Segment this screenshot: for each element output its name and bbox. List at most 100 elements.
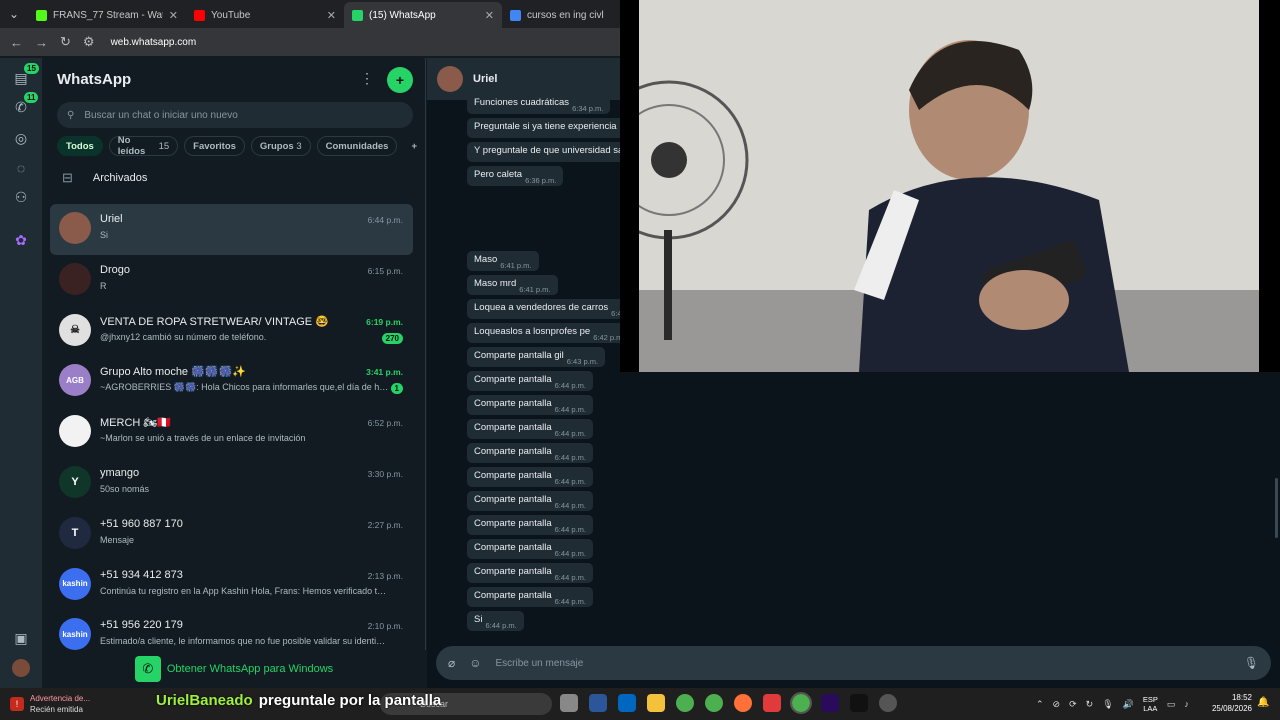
- message-bubble[interactable]: Comparte pantalla 6:44 p.m.: [467, 467, 593, 487]
- sync-icon[interactable]: ⟳: [1069, 699, 1077, 710]
- tab-search-icon[interactable]: ⌄: [0, 0, 28, 28]
- chat-row[interactable]: Uriel Si 6:44 p.m.: [50, 204, 413, 255]
- browser-tab[interactable]: cursos en ing civl tema de c: [502, 2, 614, 28]
- message-bubble[interactable]: Si 6:44 p.m.: [467, 611, 524, 631]
- message-time: 6:43 p.m.: [566, 357, 599, 366]
- firefox-icon[interactable]: [734, 694, 752, 712]
- chat-row[interactable]: T +51 960 887 170 Mensaje 2:27 p.m.: [50, 509, 413, 560]
- filter-chip[interactable]: Favoritos: [184, 136, 245, 156]
- display-icon[interactable]: ▭: [1167, 699, 1176, 710]
- message-bubble[interactable]: Comparte pantalla 6:44 p.m.: [467, 587, 593, 607]
- store-icon[interactable]: [618, 694, 636, 712]
- message-bubble[interactable]: Pero caleta 6:36 p.m.: [467, 166, 564, 186]
- media-icon[interactable]: ▣: [12, 630, 30, 648]
- message-bubble[interactable]: Funciones cuadráticas 6:34 p.m.: [467, 94, 611, 114]
- speaker-icon[interactable]: ♪: [1184, 699, 1189, 709]
- tab-close-icon[interactable]: ✕: [485, 9, 494, 22]
- file-explorer-icon[interactable]: [647, 694, 665, 712]
- message-bubble[interactable]: Comparte pantalla 6:44 p.m.: [467, 395, 593, 415]
- tab-favicon-icon: [510, 9, 521, 21]
- message-bubble[interactable]: Maso 6:41 p.m.: [467, 251, 539, 271]
- message-bubble[interactable]: Maso mrd 6:41 p.m.: [467, 275, 558, 295]
- message-bubble[interactable]: Comparte pantalla 6:44 p.m.: [467, 563, 593, 583]
- warning-notification[interactable]: ! Advertencia de... Recién emitida: [10, 693, 90, 715]
- archived-row[interactable]: ⊟ Archivados: [62, 170, 147, 186]
- chat-row[interactable]: MERCH 🏍🇵🇪 ~Marlon se unió a través de un …: [50, 407, 413, 458]
- premiere-icon[interactable]: [821, 694, 839, 712]
- chat-row[interactable]: Drogo R 6:15 p.m.: [50, 255, 413, 306]
- message-bubble[interactable]: Y preguntale de que universidad sa: [467, 142, 631, 162]
- browser-tab[interactable]: (15) WhatsApp ✕: [344, 2, 502, 28]
- forward-icon[interactable]: →: [35, 35, 48, 50]
- message-text: Comparte pantalla: [474, 566, 552, 577]
- tiktok-icon[interactable]: [850, 694, 868, 712]
- word-icon[interactable]: [589, 694, 607, 712]
- volume-icon[interactable]: 🔊: [1123, 699, 1134, 710]
- chat-row[interactable]: Yymango 50so nomás 3:30 p.m.: [50, 458, 413, 509]
- whatsapp-logo-icon: ✆: [134, 656, 161, 682]
- message-bubble[interactable]: Loquea a vendedores de carros 6:4: [467, 299, 629, 319]
- search-input[interactable]: Buscar un chat o iniciar uno nuevo: [84, 110, 237, 121]
- chat-row[interactable]: ☠ VENTA DE ROPA STRETWEAR/ VINTAGE 🤓 @jhxn…: [50, 306, 413, 357]
- message-bubble[interactable]: Comparte pantalla 6:44 p.m.: [467, 491, 593, 511]
- message-bubble[interactable]: Comparte pantalla 6:44 p.m.: [467, 371, 593, 391]
- chevron-up-icon[interactable]: ⌃: [1036, 699, 1044, 710]
- tab-close-icon[interactable]: ✕: [327, 9, 336, 22]
- site-info-icon[interactable]: ⚙: [83, 34, 95, 50]
- message-text: Si: [474, 614, 483, 625]
- obs-icon[interactable]: [879, 694, 897, 712]
- browser-tab[interactable]: YouTube ✕: [186, 2, 344, 28]
- message-bubble[interactable]: Comparte pantalla 6:44 p.m.: [467, 443, 593, 463]
- emoji-icon[interactable]: ☺: [469, 656, 481, 670]
- profile-avatar[interactable]: [12, 659, 30, 677]
- chrome-active-icon[interactable]: [790, 692, 812, 714]
- reload-icon[interactable]: ↻: [60, 34, 71, 50]
- warning-title: Advertencia de...: [30, 694, 91, 703]
- new-chat-button[interactable]: +: [387, 67, 413, 93]
- get-windows-label[interactable]: Obtener WhatsApp para Windows: [167, 663, 333, 675]
- channels-icon[interactable]: ◌: [12, 160, 30, 178]
- url-field[interactable]: web.whatsapp.com: [111, 37, 197, 48]
- scrollbar[interactable]: [1275, 478, 1278, 538]
- filter-label: Grupos: [259, 140, 294, 152]
- message-input[interactable]: Escribe un mensaje: [496, 658, 584, 669]
- message-bubble[interactable]: Loqueaslos a losnprofes pe 6:42 p.m.: [467, 323, 632, 343]
- chrome-icon[interactable]: [676, 694, 694, 712]
- message-bubble[interactable]: Comparte pantalla gil 6:43 p.m.: [467, 347, 606, 367]
- refresh-icon[interactable]: ↻: [1086, 699, 1094, 710]
- browser-tab[interactable]: FRANS_77 Stream - Watch Live ✕: [28, 2, 186, 28]
- meta-ai-icon[interactable]: ✿: [12, 232, 30, 250]
- get-windows-banner[interactable]: ✆ Obtener WhatsApp para Windows: [42, 650, 426, 688]
- filter-chip[interactable]: Comunidades: [316, 136, 398, 156]
- menu-icon[interactable]: ⋮: [360, 70, 374, 87]
- message-bubble[interactable]: Comparte pantalla 6:44 p.m.: [467, 539, 593, 559]
- communities-icon[interactable]: ⚇: [12, 189, 30, 207]
- clock[interactable]: 18:52 25/08/2026: [1208, 692, 1252, 714]
- attach-icon[interactable]: ⌀: [448, 656, 455, 670]
- tab-title: YouTube: [211, 9, 251, 21]
- chat-row[interactable]: kashin +51 934 412 873 Continúa tu registr…: [50, 560, 413, 611]
- chat-row[interactable]: AGB Grupo Alto moche 🎆🎆🎆✨ ~AGROBERRIES 🎆🎆:…: [50, 356, 413, 407]
- message-bubble[interactable]: Comparte pantalla 6:44 p.m.: [467, 515, 593, 535]
- language-indicator[interactable]: ESP LAA: [1143, 695, 1158, 713]
- recorder-icon[interactable]: [763, 694, 781, 712]
- contact-avatar[interactable]: [437, 66, 463, 92]
- message-bubble[interactable]: Comparte pantalla 6:44 p.m.: [467, 419, 593, 439]
- back-icon[interactable]: ←: [10, 35, 23, 50]
- filter-chip[interactable]: No leídos 15: [108, 135, 179, 157]
- filter-chip[interactable]: Grupos 3: [250, 136, 311, 156]
- search-box[interactable]: ⚲ Buscar un chat o iniciar uno nuevo: [57, 102, 413, 128]
- message-text: Pero caleta: [474, 169, 523, 180]
- add-filter-button[interactable]: +: [403, 136, 425, 156]
- mic-icon[interactable]: 🎙: [1244, 656, 1259, 670]
- notification-bell-icon[interactable]: 🔔: [1257, 697, 1269, 708]
- network-off-icon[interactable]: ⊘: [1053, 699, 1061, 710]
- chrome-alt-icon[interactable]: [705, 694, 723, 712]
- taskbar: ! Advertencia de... Recién emitida Busca…: [0, 688, 1280, 720]
- mic-tray-icon[interactable]: 🎙: [1102, 699, 1113, 710]
- tab-close-icon[interactable]: ✕: [169, 9, 178, 22]
- status-icon[interactable]: ◎: [12, 130, 30, 148]
- message-bubble[interactable]: Preguntale si ya tiene experiencia: [467, 118, 624, 138]
- task-view-icon[interactable]: [560, 694, 578, 712]
- filter-chip[interactable]: Todos: [57, 136, 103, 156]
